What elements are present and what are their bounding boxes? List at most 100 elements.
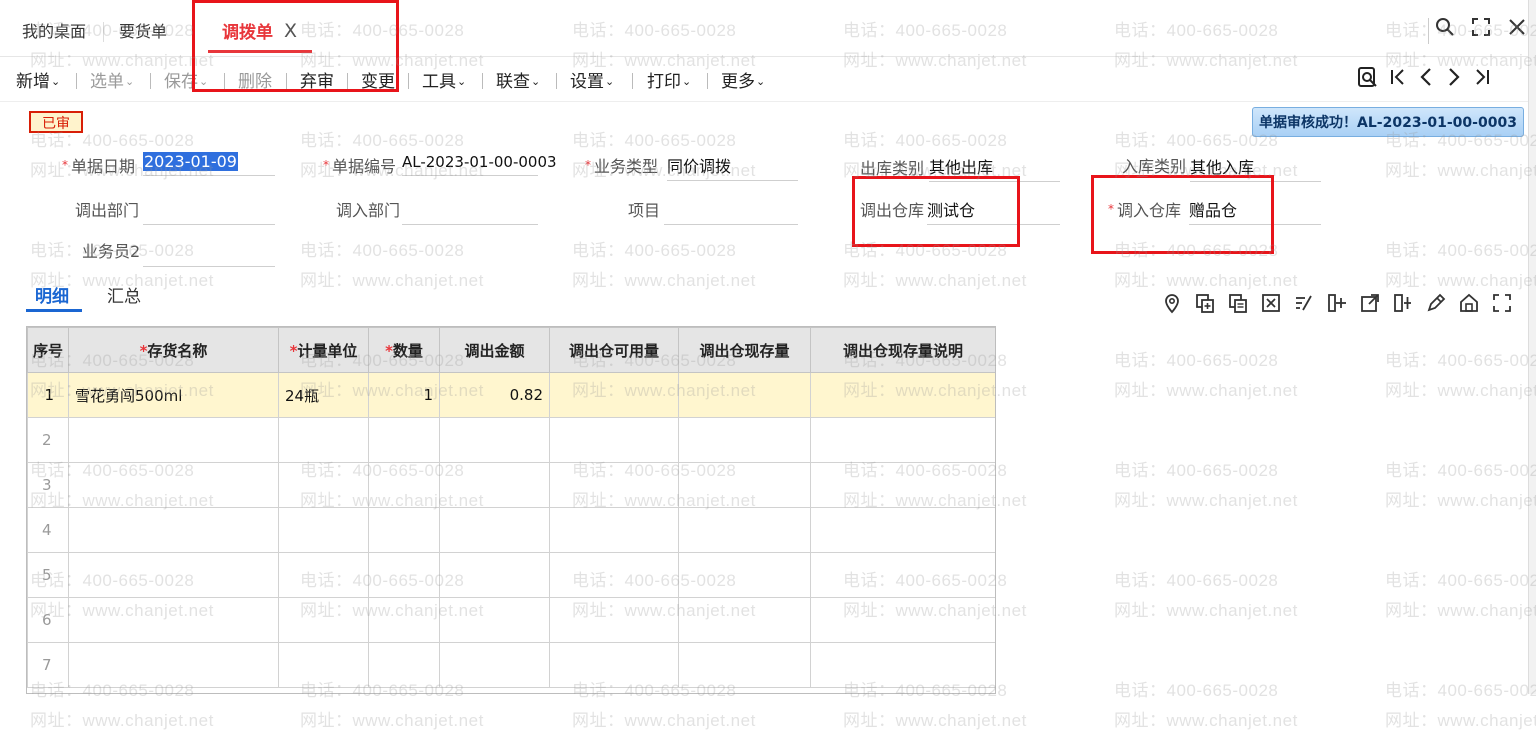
first-record-icon[interactable]: [1388, 65, 1408, 95]
cell-out-amount[interactable]: [439, 597, 550, 643]
cell-available-qty[interactable]: [549, 552, 679, 598]
doc-date-field[interactable]: 2023-01-09: [143, 150, 275, 176]
cell-item-name[interactable]: 雪花勇闯500ml: [68, 372, 279, 418]
cell-out-amount[interactable]: 0.82: [439, 372, 550, 418]
table-row[interactable]: 4: [27, 507, 995, 553]
print-button[interactable]: 打印⌄: [647, 67, 691, 92]
cell-out-amount[interactable]: [439, 507, 550, 553]
table-row[interactable]: 5: [27, 552, 995, 598]
table-row[interactable]: 2: [27, 417, 995, 463]
in-dept-field[interactable]: [402, 199, 538, 225]
cell-stock-qty[interactable]: [678, 462, 811, 508]
cell-qty[interactable]: 1: [368, 372, 440, 418]
col-header-item-name[interactable]: *存货名称: [68, 327, 279, 373]
cell-unit[interactable]: [278, 597, 369, 643]
copy-row-icon[interactable]: [1193, 292, 1217, 316]
change-button[interactable]: 变更: [361, 67, 395, 92]
search-doc-icon[interactable]: [1356, 65, 1380, 95]
in-warehouse-field[interactable]: 赠品仓: [1189, 199, 1321, 225]
cell-available-qty[interactable]: [549, 417, 679, 463]
subtab-detail[interactable]: 明细: [35, 282, 69, 307]
split-icon[interactable]: [1391, 292, 1415, 316]
cell-qty[interactable]: [368, 417, 440, 463]
cell-item-name[interactable]: [68, 417, 279, 463]
cell-out-amount[interactable]: [439, 642, 550, 688]
cell-unit[interactable]: [278, 507, 369, 553]
more-button[interactable]: 更多⌄: [721, 67, 765, 92]
col-header-available-qty[interactable]: 调出仓可用量: [549, 327, 679, 373]
cell-available-qty[interactable]: [549, 507, 679, 553]
cell-item-name[interactable]: [68, 462, 279, 508]
export-icon[interactable]: [1358, 292, 1382, 316]
table-row[interactable]: 3: [27, 462, 995, 508]
next-record-icon[interactable]: [1444, 65, 1464, 95]
delete-button[interactable]: 删除: [238, 67, 272, 92]
tab-requisition[interactable]: 要货单: [119, 18, 167, 42]
col-header-out-amount[interactable]: 调出金额: [439, 327, 550, 373]
col-header-stock-note[interactable]: 调出仓现存量说明: [810, 327, 995, 373]
table-row[interactable]: 1 雪花勇闯500ml 24瓶 1 0.82: [27, 372, 995, 418]
cell-item-name[interactable]: [68, 552, 279, 598]
tab-transfer-order[interactable]: 调拨单: [222, 18, 273, 43]
insert-column-icon[interactable]: [1325, 292, 1349, 316]
col-header-unit[interactable]: *计量单位: [278, 327, 369, 373]
cell-stock-note[interactable]: [810, 462, 995, 508]
table-row[interactable]: 6: [27, 597, 995, 643]
cell-qty[interactable]: [368, 462, 440, 508]
table-row[interactable]: 7: [27, 642, 995, 688]
cell-stock-qty[interactable]: [678, 552, 811, 598]
cell-qty[interactable]: [368, 552, 440, 598]
in-type-field[interactable]: 其他入库: [1190, 156, 1321, 182]
biz-type-field[interactable]: 同价调拨: [667, 155, 798, 181]
cell-item-name[interactable]: [68, 597, 279, 643]
scrollbar[interactable]: [1528, 0, 1536, 694]
staff-field[interactable]: [143, 241, 275, 267]
cell-stock-note[interactable]: [810, 507, 995, 553]
project-field[interactable]: [664, 199, 798, 225]
cell-available-qty[interactable]: [549, 462, 679, 508]
cell-stock-note[interactable]: [810, 597, 995, 643]
cell-out-amount[interactable]: [439, 417, 550, 463]
cell-unit[interactable]: [278, 462, 369, 508]
warehouse-icon[interactable]: [1457, 292, 1481, 316]
col-header-qty[interactable]: *数量: [368, 327, 440, 373]
select-order-button[interactable]: 选单⌄: [90, 67, 134, 92]
cell-item-name[interactable]: [68, 507, 279, 553]
tab-close-icon[interactable]: X: [284, 20, 297, 42]
cell-stock-note[interactable]: [810, 417, 995, 463]
settings-button[interactable]: 设置⌄: [570, 67, 614, 92]
cell-unit[interactable]: 24瓶: [278, 372, 369, 418]
tab-desktop[interactable]: 我的桌面: [22, 18, 86, 42]
cell-out-amount[interactable]: [439, 552, 550, 598]
batch-edit-icon[interactable]: [1292, 292, 1316, 316]
cell-unit[interactable]: [278, 417, 369, 463]
cell-stock-qty[interactable]: [678, 507, 811, 553]
paste-row-icon[interactable]: [1226, 292, 1250, 316]
cell-stock-note[interactable]: [810, 642, 995, 688]
expand-icon[interactable]: [1490, 292, 1514, 316]
cell-available-qty[interactable]: [549, 372, 679, 418]
close-icon[interactable]: [1506, 16, 1528, 43]
delete-row-icon[interactable]: [1259, 292, 1283, 316]
cell-qty[interactable]: [368, 642, 440, 688]
search-icon[interactable]: [1434, 16, 1456, 43]
cell-stock-qty[interactable]: [678, 642, 811, 688]
cell-stock-qty[interactable]: [678, 417, 811, 463]
cell-available-qty[interactable]: [549, 642, 679, 688]
col-header-stock-qty[interactable]: 调出仓现存量: [678, 327, 811, 373]
cell-available-qty[interactable]: [549, 597, 679, 643]
out-dept-field[interactable]: [143, 199, 275, 225]
out-warehouse-field[interactable]: 测试仓: [927, 199, 1060, 225]
fullscreen-icon[interactable]: [1470, 16, 1492, 43]
location-icon[interactable]: [1160, 292, 1184, 316]
doc-no-field[interactable]: AL-2023-01-00-0003: [402, 150, 557, 176]
subtab-summary[interactable]: 汇总: [107, 282, 141, 307]
tools-button[interactable]: 工具⌄: [422, 67, 466, 92]
cell-qty[interactable]: [368, 597, 440, 643]
unapprove-button[interactable]: 弃审: [300, 67, 334, 92]
save-button[interactable]: 保存⌄: [164, 67, 208, 92]
cell-unit[interactable]: [278, 552, 369, 598]
cell-stock-qty[interactable]: [678, 597, 811, 643]
cell-stock-note[interactable]: [810, 552, 995, 598]
cell-unit[interactable]: [278, 642, 369, 688]
